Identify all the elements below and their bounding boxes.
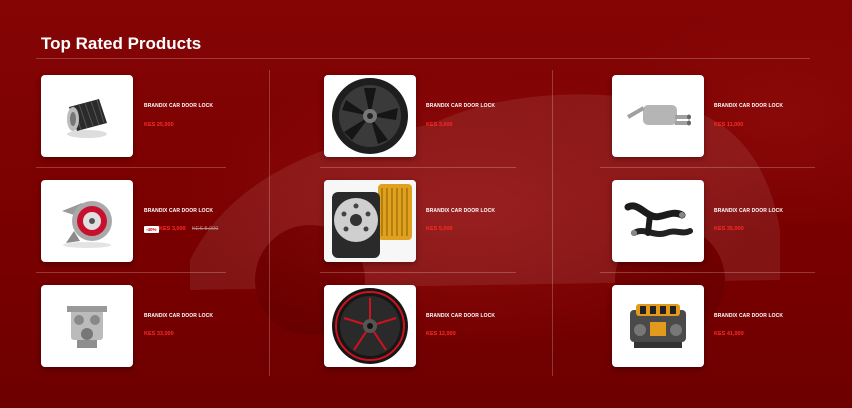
product-image[interactable] xyxy=(324,180,416,262)
row-divider xyxy=(320,272,516,273)
oil-filter-icon xyxy=(324,180,416,262)
discount-badge: -40% xyxy=(144,226,159,233)
product-price: KES 11,000 xyxy=(714,122,744,128)
product-image[interactable] xyxy=(324,75,416,157)
row-divider xyxy=(320,167,516,168)
product-name[interactable]: BRANDIX CAR DOOR LOCK xyxy=(426,313,495,319)
product-name[interactable]: BRANDIX CAR DOOR LOCK xyxy=(714,313,783,319)
product-name[interactable]: BRANDIX CAR DOOR LOCK xyxy=(426,103,495,109)
exhaust-muffler-icon xyxy=(627,105,691,126)
product-image[interactable] xyxy=(324,285,416,367)
row-divider xyxy=(36,272,226,273)
product-old-price: KES 5,000 xyxy=(192,226,219,232)
product-image[interactable] xyxy=(41,75,133,157)
engine-block-icon xyxy=(67,306,107,348)
product-price: KES 25,000 xyxy=(144,122,174,128)
product-price: KES 3,000 xyxy=(426,122,453,128)
row-divider xyxy=(36,167,226,168)
product-name[interactable]: BRANDIX CAR DOOR LOCK xyxy=(426,208,495,214)
alloy-wheel-icon xyxy=(332,78,408,154)
air-filter-icon xyxy=(67,99,107,138)
column-divider xyxy=(269,70,270,376)
product-name[interactable]: BRANDIX CAR DOOR LOCK xyxy=(144,313,213,319)
product-image[interactable] xyxy=(612,75,704,157)
row-divider xyxy=(600,272,815,273)
product-price: KES 3,000 xyxy=(159,226,186,232)
product-price: KES 41,000 xyxy=(714,331,744,337)
title-divider xyxy=(36,58,810,59)
section-title: Top Rated Products xyxy=(41,34,202,53)
engine-icon xyxy=(630,304,686,348)
product-price: KES 12,000 xyxy=(426,331,456,337)
product-price: KES 33,000 xyxy=(144,331,174,337)
product-price: KES 35,000 xyxy=(714,226,744,232)
product-name[interactable]: BRANDIX CAR DOOR LOCK xyxy=(144,103,213,109)
product-image[interactable] xyxy=(41,180,133,262)
intercooler-hose-icon xyxy=(624,202,693,237)
product-image[interactable] xyxy=(612,180,704,262)
turbocharger-icon xyxy=(62,201,112,248)
row-divider xyxy=(600,167,815,168)
product-name[interactable]: BRANDIX CAR DOOR LOCK xyxy=(714,103,783,109)
product-name[interactable]: BRANDIX CAR DOOR LOCK xyxy=(714,208,783,214)
column-divider xyxy=(552,70,553,376)
product-image[interactable] xyxy=(41,285,133,367)
product-image[interactable] xyxy=(612,285,704,367)
product-name[interactable]: BRANDIX CAR DOOR LOCK xyxy=(144,208,213,214)
product-price: KES 5,000 xyxy=(426,226,453,232)
red-rim-wheel-icon xyxy=(332,288,408,364)
